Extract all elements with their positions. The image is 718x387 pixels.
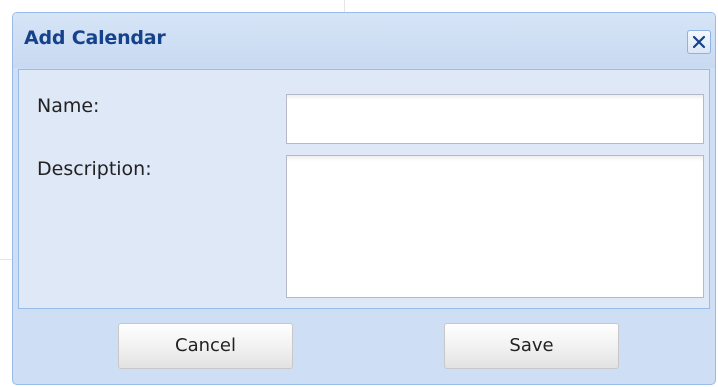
description-label: Description: <box>37 158 152 180</box>
name-input[interactable] <box>286 94 704 144</box>
dialog-title: Add Calendar <box>24 27 166 49</box>
save-button[interactable]: Save <box>444 323 619 369</box>
description-input[interactable] <box>286 155 704 298</box>
close-icon <box>692 35 706 49</box>
dialog-footer: Cancel Save <box>13 309 715 384</box>
background-divider <box>344 0 345 12</box>
add-calendar-dialog: Add Calendar Name: Description: Cancel S… <box>12 12 716 385</box>
form-panel: Name: Description: <box>18 69 710 309</box>
dialog-titlebar[interactable]: Add Calendar <box>13 13 715 68</box>
screen: Add Calendar Name: Description: Cancel S… <box>0 0 718 387</box>
cancel-button[interactable]: Cancel <box>118 323 293 369</box>
name-label: Name: <box>37 95 100 117</box>
close-button[interactable] <box>687 30 711 54</box>
